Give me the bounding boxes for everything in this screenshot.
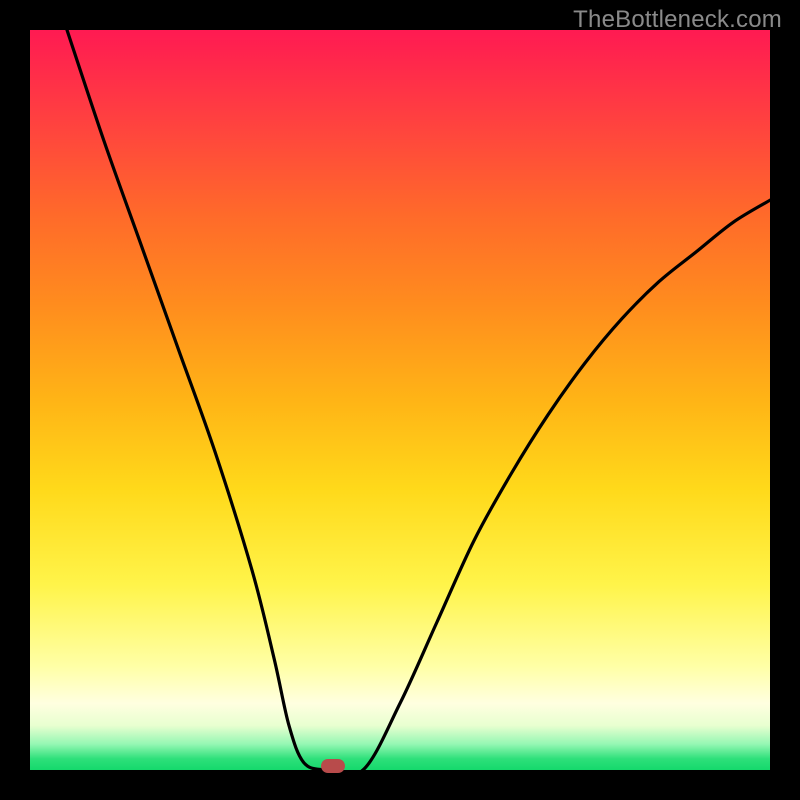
chart-frame: TheBottleneck.com <box>0 0 800 800</box>
plot-area <box>30 30 770 770</box>
optimal-point-marker <box>321 759 345 773</box>
bottleneck-curve <box>30 30 770 770</box>
